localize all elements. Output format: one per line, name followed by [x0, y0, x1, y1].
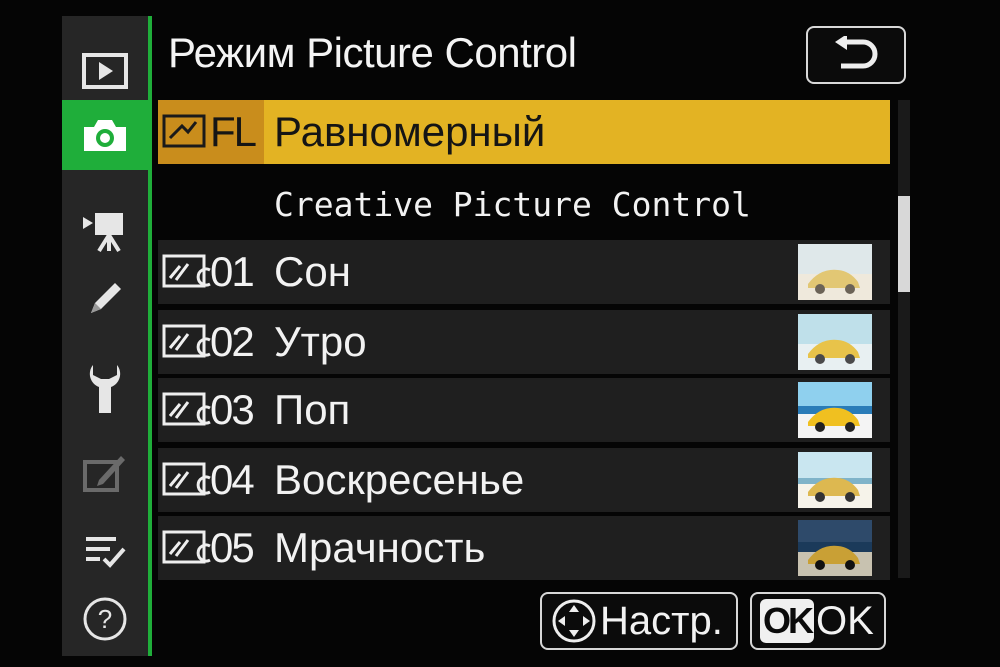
- adjust-button[interactable]: Настр.: [540, 592, 738, 650]
- list-item[interactable]: 03 Поп: [158, 378, 890, 442]
- picture-control-code: 04: [158, 448, 264, 512]
- back-button[interactable]: [806, 26, 906, 84]
- menu-tab-bar: ?: [62, 16, 148, 656]
- picture-control-code: 05: [158, 516, 264, 580]
- picture-control-number: 05: [210, 524, 255, 571]
- scrollbar-thumb[interactable]: [898, 196, 910, 292]
- picture-control-code: FL: [158, 100, 264, 164]
- preview-thumbnail: [798, 520, 872, 576]
- preview-thumbnail: [798, 452, 872, 508]
- preview-thumbnail: [798, 382, 872, 438]
- car-preview-image: [798, 244, 872, 300]
- creative-picture-control-icon: [162, 462, 211, 496]
- tab-custom-settings[interactable]: [62, 264, 148, 334]
- camera-icon: [84, 120, 126, 151]
- list-item[interactable]: 04 Воскресенье: [158, 448, 890, 512]
- car-preview-image: [798, 314, 872, 370]
- picture-control-label: Сон: [274, 248, 351, 295]
- picture-control-label: Поп: [274, 386, 351, 433]
- car-preview-image: [798, 452, 872, 508]
- picture-control-code: 03: [158, 378, 264, 442]
- movie-camera-icon: [83, 213, 123, 253]
- multi-selector-icon: [552, 599, 596, 643]
- creative-picture-control-icon: [162, 530, 211, 564]
- preview-thumbnail: [798, 244, 872, 300]
- picture-control-icon: [162, 114, 206, 148]
- car-preview-image: [798, 520, 872, 576]
- tab-my-menu[interactable]: [62, 516, 148, 586]
- picture-control-number: 04: [210, 456, 255, 503]
- page-title: Режим Picture Control: [168, 29, 577, 76]
- section-header: Creative Picture Control: [274, 185, 751, 224]
- picture-control-number: 02: [210, 318, 255, 365]
- pencil-icon: [91, 283, 121, 313]
- creative-picture-control-icon: [162, 254, 211, 288]
- ok-badge-icon: OK: [760, 599, 814, 643]
- playback-icon: [82, 53, 128, 89]
- picture-control-label: Воскресенье: [274, 456, 525, 503]
- picture-control-label: Равномерный: [274, 108, 546, 155]
- picture-control-code: 02: [158, 310, 264, 374]
- tab-playback[interactable]: [62, 36, 148, 106]
- tab-movie-shooting[interactable]: [62, 196, 148, 266]
- return-icon: [835, 36, 878, 69]
- preview-thumbnail: [798, 314, 872, 370]
- creative-picture-control-icon: [162, 324, 211, 358]
- tab-retouch: [62, 438, 148, 508]
- ok-button[interactable]: OK OK: [750, 592, 886, 650]
- list-item[interactable]: 01 Сон: [158, 240, 890, 304]
- picture-control-label: Утро: [274, 318, 367, 365]
- scrollbar-track[interactable]: [898, 100, 910, 578]
- ok-label: OK: [816, 599, 874, 643]
- creative-picture-control-icon: [162, 392, 211, 426]
- wrench-icon: [89, 365, 121, 413]
- retouch-icon: [83, 456, 125, 492]
- car-preview-image: [798, 382, 872, 438]
- list-item[interactable]: 05 Мрачность: [158, 516, 890, 580]
- adjust-label: Настр.: [600, 599, 723, 643]
- help-icon: ?: [83, 597, 127, 641]
- list-item[interactable]: 02 Утро: [158, 310, 890, 374]
- tab-help[interactable]: ?: [62, 584, 148, 654]
- picture-control-number: FL: [210, 108, 257, 155]
- picture-control-number: 01: [210, 248, 255, 295]
- picture-control-code: 01: [158, 240, 264, 304]
- tab-setup[interactable]: [62, 354, 148, 424]
- picture-control-label: Мрачность: [274, 524, 486, 571]
- picture-control-number: 03: [210, 386, 255, 433]
- svg-text:?: ?: [98, 604, 112, 634]
- tab-bar-divider: [148, 16, 152, 656]
- my-menu-icon: [86, 537, 126, 568]
- tab-photo-shooting[interactable]: [62, 100, 148, 170]
- list-item-selected[interactable]: FL Равномерный: [158, 100, 890, 164]
